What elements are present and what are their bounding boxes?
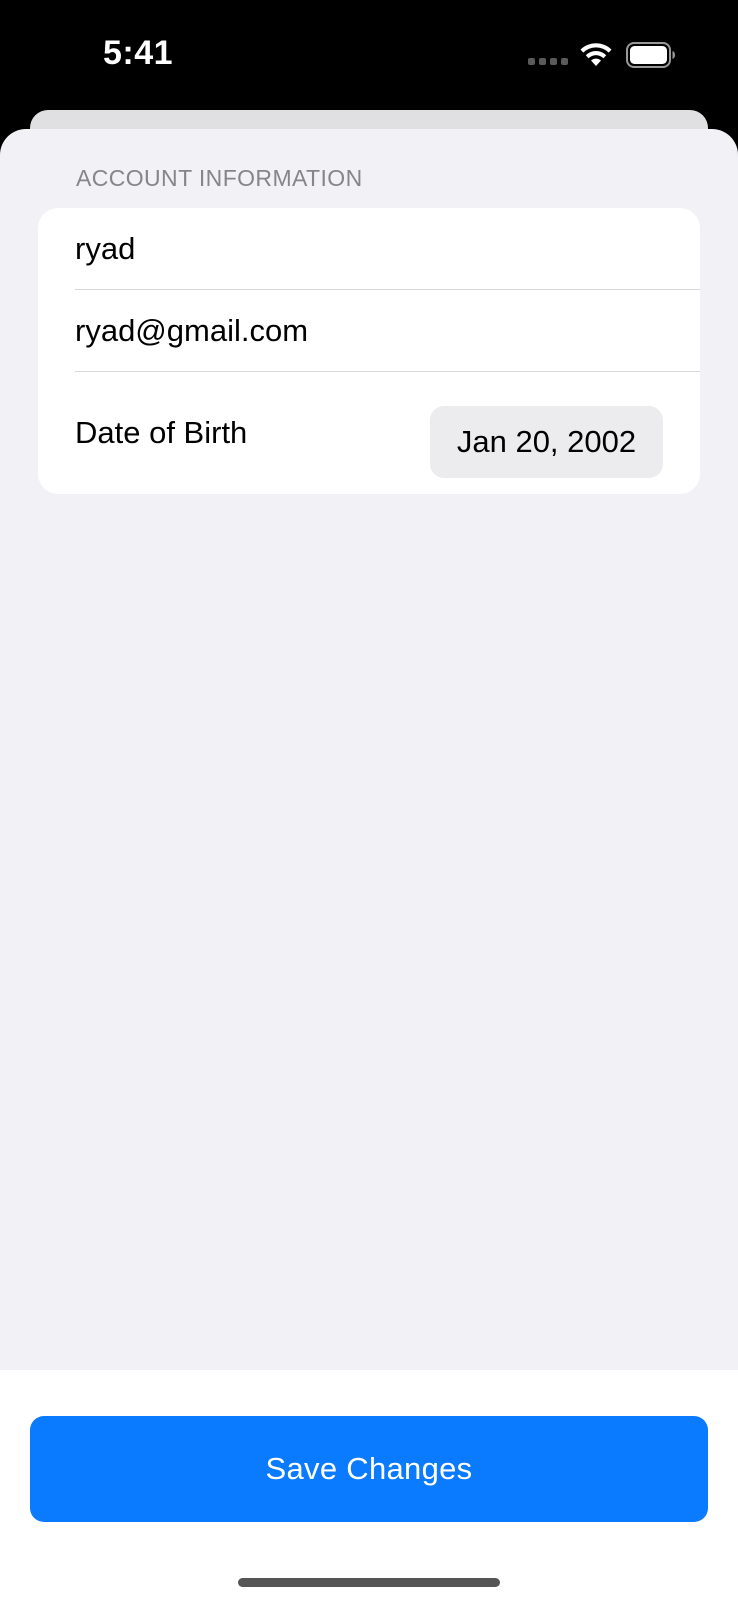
- date-of-birth-label: Date of Birth: [75, 415, 248, 450]
- date-of-birth-picker[interactable]: Jan 20, 2002: [430, 406, 663, 478]
- username-row: [38, 208, 700, 290]
- bottom-action-area: Save Changes: [0, 1370, 738, 1600]
- account-info-group: Date of Birth Jan 20, 2002: [38, 208, 700, 494]
- username-field[interactable]: [75, 208, 675, 290]
- email-row: [38, 290, 700, 372]
- home-indicator: [238, 1578, 500, 1587]
- wifi-icon: [580, 43, 612, 66]
- section-header-account-information: ACCOUNT INFORMATION: [76, 165, 363, 191]
- save-changes-button[interactable]: Save Changes: [30, 1416, 708, 1522]
- battery-icon: [626, 42, 675, 68]
- date-of-birth-row: Date of Birth Jan 20, 2002: [38, 372, 700, 494]
- cellular-signal-icon: [528, 58, 568, 65]
- email-field[interactable]: [75, 290, 675, 372]
- status-bar: 5:41: [0, 0, 738, 110]
- status-time: 5:41: [103, 34, 174, 72]
- screen: 5:41 ACCOUNT INFORMATION ryad ryad@gmail…: [0, 0, 738, 1600]
